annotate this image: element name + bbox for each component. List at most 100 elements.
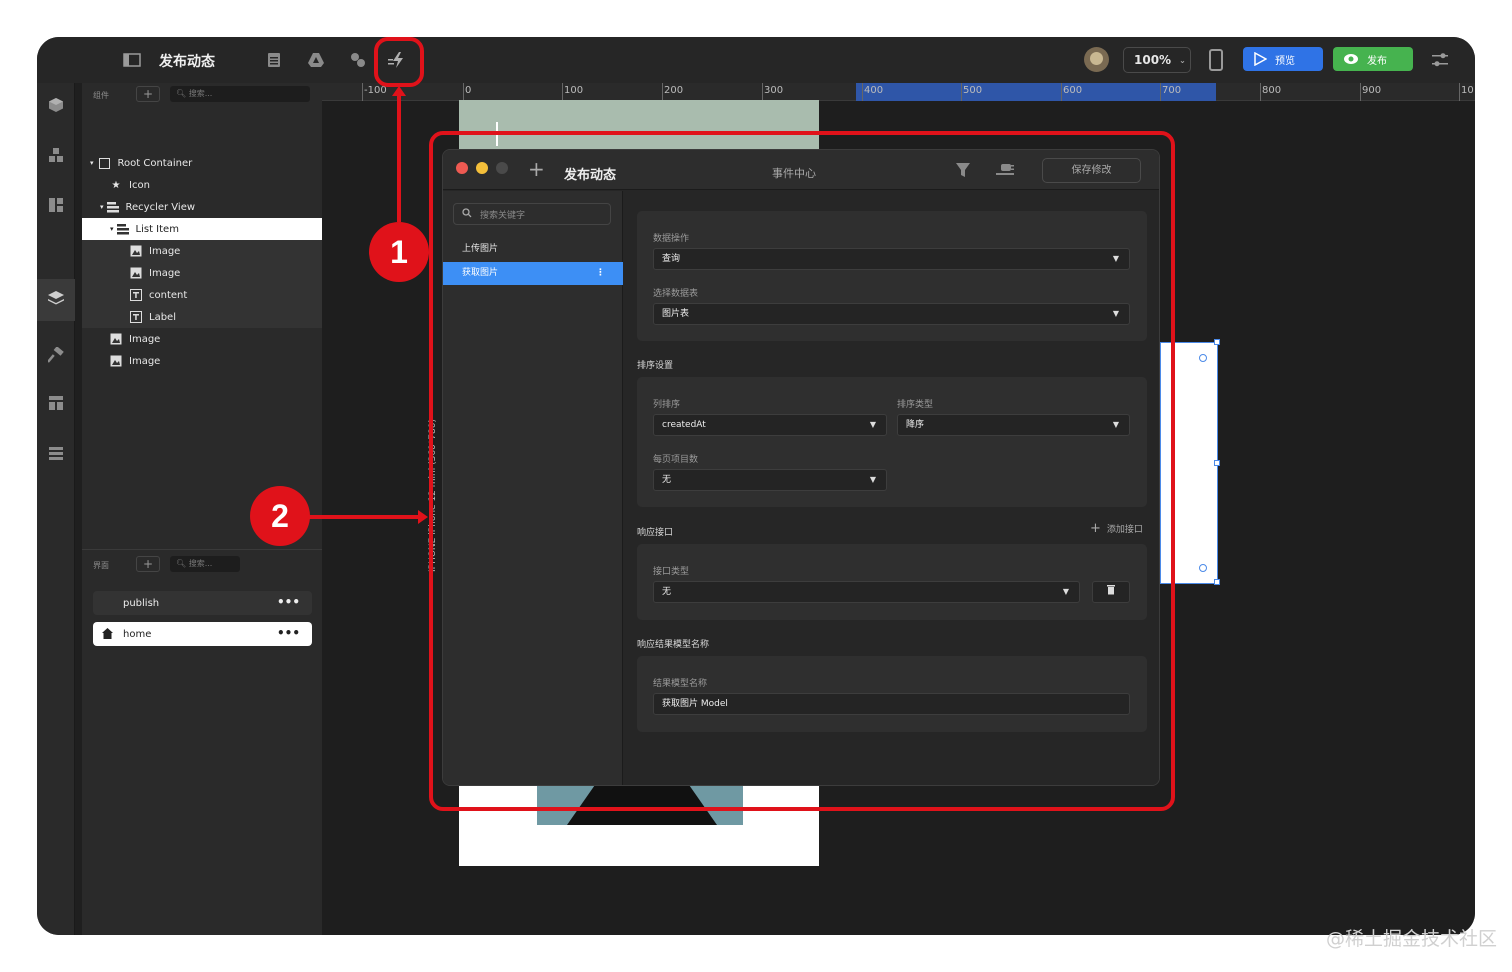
square-icon [99,157,111,169]
image-icon [130,267,142,279]
tree-item-label: content [149,289,188,301]
resize-handle[interactable] [1214,579,1220,585]
pages-header: 界面 + 🔍︎ 搜索... [82,553,322,575]
device-icon[interactable] [1209,49,1223,71]
pages-header-label: 界面 [93,561,109,570]
star-icon: ★ [111,179,121,191]
preview-button[interactable]: 预览 [1243,47,1323,71]
ruler-tick [961,83,962,101]
left-icon-bar [37,83,75,935]
search-icon: 🔍︎ [176,559,187,568]
shapes-icon[interactable] [347,49,369,71]
ruler-tick [1459,83,1460,101]
components-header-label: 组件 [93,91,109,100]
ruler-tick [1360,83,1361,101]
ruler-tick [1160,83,1161,101]
tree-item-image[interactable]: Image [82,262,322,284]
tree-item-icon[interactable]: ★ Icon [82,174,322,196]
search-icon: 🔍︎ [176,89,187,98]
image-icon [110,333,122,345]
tree-item-image[interactable]: Image [82,240,322,262]
caret-down-icon: ▾ [100,203,104,211]
play-icon [1254,52,1267,66]
ruler-label: 400 [864,85,884,96]
tree-item-label-node[interactable]: Label [82,306,322,328]
tree-item-label: Image [129,333,161,345]
cubes-icon[interactable] [46,147,66,167]
caret-down-icon: ▾ [110,225,114,233]
app-title: 发布动态 [159,54,215,70]
stack-icon [116,223,129,235]
page-search-placeholder: 搜索... [188,559,213,568]
anchor-handle[interactable] [1199,354,1207,362]
annotation-arrow-1 [397,92,401,222]
page-item-home[interactable]: home ••• [93,622,312,646]
avatar[interactable] [1084,47,1109,72]
ruler-label: -100 [364,85,387,96]
tree-item-label: Icon [129,179,150,191]
hammer-icon[interactable] [46,346,66,367]
layers-icon[interactable] [46,290,66,310]
tree-item-list-item[interactable]: ▾ List Item [82,218,322,240]
ruler-label: 500 [963,85,983,96]
zoom-select[interactable]: 100% ⌄ [1123,47,1191,73]
ruler-label: 100 [564,85,584,96]
add-page-button[interactable]: + [136,556,160,572]
page-item-label: publish [123,597,160,609]
watermark: @稀土掘金技术社区 [1326,928,1498,950]
stack-icon [106,201,119,213]
image-icon [130,245,142,257]
drive-icon[interactable] [305,49,327,71]
tree-item-image[interactable]: Image [82,350,322,372]
home-icon [101,627,114,643]
ruler-label: 700 [1162,85,1182,96]
ruler-label: 900 [1362,85,1382,96]
eye-icon [1344,54,1358,64]
ruler-label: 300 [764,85,784,96]
more-icon[interactable]: ••• [277,595,300,609]
ruler-tick [562,83,563,101]
annotation-marker-1: 1 [369,222,429,282]
text-icon [130,289,142,301]
annotation-highlight-dialog [429,131,1175,811]
page-item-label: home [123,628,152,640]
tree-item-recycler-view[interactable]: ▾ Recycler View [82,196,322,218]
cube-icon[interactable] [46,97,66,117]
component-search-input[interactable]: 🔍︎ 搜索... [170,86,310,102]
top-toolbar: 发布动态 100% ⌄ 预览 发布 [37,37,1475,83]
more-icon[interactable]: ••• [277,626,300,640]
tree-item-label: Image [149,245,181,257]
sidebar-toggle-icon[interactable] [121,49,143,71]
publish-label: 发布 [1367,55,1387,67]
resize-handle[interactable] [1214,460,1220,466]
panel-divider[interactable] [82,549,322,550]
tree-item-root-container[interactable]: ▾ Root Container [82,152,322,174]
settings-sliders-icon[interactable] [1429,49,1451,71]
tree-item-label: List Item [135,223,179,235]
tree-item-label: Root Container [117,157,193,169]
tree-item-label: Label [149,311,176,323]
annotation-marker-2: 2 [250,486,310,546]
sheet-icon[interactable] [263,49,285,71]
tree-item-label: Recycler View [125,201,196,213]
annotation-arrowhead-1 [392,86,406,96]
layout-icon[interactable] [46,197,66,217]
tree-item-image[interactable]: Image [82,328,322,350]
publish-button[interactable]: 发布 [1333,47,1413,71]
component-search-placeholder: 搜索... [188,89,213,98]
ruler-label: 200 [664,85,684,96]
ruler-label: 0 [465,85,472,96]
text-icon [130,311,142,323]
anchor-handle[interactable] [1199,564,1207,572]
components-icon[interactable] [46,395,66,415]
ruler-tick [1260,83,1261,101]
page-search-input[interactable]: 🔍︎ 搜索... [170,556,240,572]
add-component-button[interactable]: + [136,86,160,102]
page-item-publish[interactable]: publish ••• [93,591,312,615]
ruler-tick [662,83,663,101]
zoom-value: 100% [1134,53,1172,67]
top-ruler: -100 0 100 200 300 400 500 600 700 800 9… [322,83,1475,101]
resize-handle[interactable] [1214,339,1220,345]
list-icon[interactable] [46,445,66,465]
tree-item-content[interactable]: content [82,284,322,306]
